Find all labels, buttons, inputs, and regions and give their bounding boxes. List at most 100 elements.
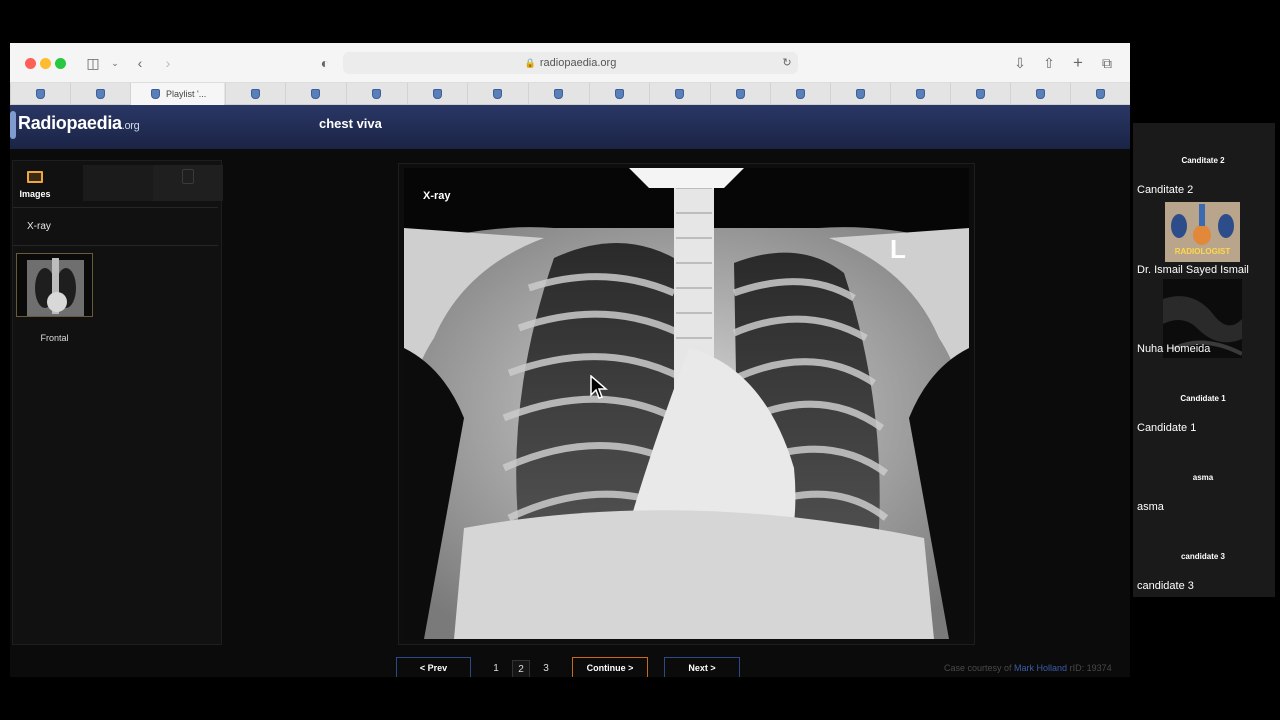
page-1-button[interactable]: 1 bbox=[487, 660, 505, 677]
lock-icon: 🔒 bbox=[524, 58, 536, 68]
radiopaedia-favicon-icon bbox=[151, 89, 160, 99]
participant-tile-label: candidate 3 bbox=[1180, 552, 1225, 561]
page-2-button[interactable]: 2 bbox=[512, 660, 530, 677]
divider bbox=[13, 207, 218, 208]
page-3-button[interactable]: 3 bbox=[537, 660, 555, 677]
browser-tab[interactable] bbox=[710, 83, 770, 105]
browser-tab[interactable] bbox=[1070, 83, 1130, 105]
radiopaedia-favicon-icon bbox=[615, 89, 624, 99]
participant-name: Nuha Homeida bbox=[1137, 343, 1211, 355]
radiopaedia-favicon-icon bbox=[736, 89, 745, 99]
chevron-down-icon[interactable]: ⌄ bbox=[105, 53, 125, 73]
radiopaedia-favicon-icon bbox=[554, 89, 563, 99]
minimize-window-button[interactable] bbox=[40, 58, 51, 69]
case-courtesy: Case courtesy of Mark Holland rID: 19374 bbox=[944, 663, 1112, 673]
case-sidebar: Images X-ray Frontal bbox=[12, 160, 223, 645]
participant-tile-label: Canditate 2 bbox=[1181, 156, 1225, 165]
url-text: radiopaedia.org bbox=[539, 57, 617, 69]
browser-tab[interactable] bbox=[285, 83, 345, 105]
forward-icon[interactable]: › bbox=[158, 53, 178, 73]
browser-tab[interactable] bbox=[528, 83, 588, 105]
browser-tab[interactable] bbox=[70, 83, 130, 105]
radiopaedia-favicon-icon bbox=[36, 89, 45, 99]
radiopaedia-favicon-icon bbox=[493, 89, 502, 99]
radiopaedia-favicon-icon bbox=[311, 89, 320, 99]
participant-name: Canditate 2 bbox=[1137, 184, 1194, 196]
radiopaedia-favicon-icon bbox=[96, 89, 105, 99]
tab-overview-icon[interactable]: ⧉ bbox=[1097, 53, 1117, 73]
browser-tab[interactable] bbox=[589, 83, 649, 105]
browser-tab-active[interactable]: Playlist '... bbox=[130, 83, 224, 105]
browser-tab[interactable] bbox=[649, 83, 709, 105]
screen: ◫ ⌄ ‹ › ◐ 🔒 radiopaedia.org ↻ ⇩ ⇧ + ⧉ Pla… bbox=[0, 0, 1280, 720]
site-logo[interactable]: Radiopaedia.org bbox=[18, 113, 140, 134]
series-thumbnail[interactable] bbox=[16, 253, 93, 317]
divider bbox=[13, 245, 218, 246]
document-icon bbox=[182, 169, 194, 184]
participant-name: candidate 3 bbox=[1137, 580, 1194, 592]
next-button[interactable]: Next > bbox=[664, 657, 740, 677]
participant-video: RADIOLOGIST bbox=[1165, 202, 1240, 262]
mouse-cursor-icon bbox=[590, 375, 608, 399]
back-icon[interactable]: ‹ bbox=[130, 53, 150, 73]
new-tab-icon[interactable]: + bbox=[1068, 53, 1088, 73]
xray-image[interactable]: X-ray L bbox=[404, 168, 969, 639]
video-call-panel: Canditate 2 Canditate 2 RADIOLOGIST Dr. … bbox=[1133, 123, 1275, 597]
browser-tab[interactable] bbox=[225, 83, 285, 105]
reload-icon[interactable]: ↻ bbox=[777, 53, 797, 73]
rid-text: rID: 19374 bbox=[1069, 663, 1112, 673]
tab-title: Playlist '... bbox=[166, 89, 207, 99]
tab-bar: Playlist '... bbox=[10, 83, 1130, 105]
author-link[interactable]: Mark Holland bbox=[1014, 663, 1067, 673]
browser-tab[interactable] bbox=[950, 83, 1010, 105]
radiopaedia-favicon-icon bbox=[916, 89, 925, 99]
browser-window: ◫ ⌄ ‹ › ◐ 🔒 radiopaedia.org ↻ ⇩ ⇧ + ⧉ Pla… bbox=[10, 43, 1130, 677]
browser-tab[interactable] bbox=[346, 83, 406, 105]
browser-tab[interactable] bbox=[770, 83, 830, 105]
playlist-title: chest viva bbox=[319, 116, 382, 131]
tab-findings[interactable] bbox=[153, 165, 223, 201]
address-bar[interactable]: 🔒 radiopaedia.org bbox=[343, 52, 798, 74]
radiopaedia-favicon-icon bbox=[251, 89, 260, 99]
tab-images-label: Images bbox=[19, 189, 51, 199]
tab-images[interactable]: Images bbox=[13, 165, 83, 201]
participant-name: asma bbox=[1137, 501, 1164, 513]
browser-tab[interactable] bbox=[830, 83, 890, 105]
participant-tile-label: asma bbox=[1192, 473, 1214, 482]
continue-button[interactable]: Continue > bbox=[572, 657, 648, 677]
radiopaedia-favicon-icon bbox=[675, 89, 684, 99]
modality-label: X-ray bbox=[423, 190, 451, 202]
participant-tile-label: Candidate 1 bbox=[1180, 394, 1226, 403]
radiopaedia-favicon-icon bbox=[976, 89, 985, 99]
radiopaedia-logo-icon bbox=[10, 111, 16, 139]
prev-button[interactable]: < Prev bbox=[396, 657, 471, 677]
thumbnail-label: Frontal bbox=[40, 333, 69, 343]
radiopaedia-favicon-icon bbox=[796, 89, 805, 99]
browser-tab[interactable] bbox=[1010, 83, 1070, 105]
image-viewer[interactable]: X-ray L bbox=[398, 163, 975, 645]
browser-tab[interactable] bbox=[407, 83, 467, 105]
chest-xray-thumbnail bbox=[17, 254, 92, 316]
logo-main: Radiopaedia bbox=[18, 113, 122, 133]
browser-toolbar: ◫ ⌄ ‹ › ◐ 🔒 radiopaedia.org ↻ ⇩ ⇧ + ⧉ bbox=[10, 43, 1130, 83]
radiopaedia-favicon-icon bbox=[433, 89, 442, 99]
logo-suffix: .org bbox=[121, 120, 140, 132]
sidebar-toggle-icon[interactable]: ◫ bbox=[83, 53, 103, 73]
close-window-button[interactable] bbox=[25, 58, 36, 69]
participant-name: Candidate 1 bbox=[1137, 422, 1197, 434]
image-icon bbox=[27, 171, 43, 183]
browser-tab[interactable] bbox=[10, 83, 70, 105]
browser-tab[interactable] bbox=[890, 83, 950, 105]
shield-icon[interactable]: ◐ bbox=[315, 53, 335, 73]
site-header: Radiopaedia.org chest viva bbox=[10, 105, 1130, 149]
zoom-window-button[interactable] bbox=[55, 58, 66, 69]
side-marker: L bbox=[890, 234, 906, 264]
avatar-text: RADIOLOGIST bbox=[1174, 247, 1231, 256]
chest-xray-graphic bbox=[404, 168, 969, 639]
share-icon[interactable]: ⇧ bbox=[1039, 53, 1059, 73]
browser-tab[interactable] bbox=[467, 83, 527, 105]
download-icon[interactable]: ⇩ bbox=[1010, 53, 1030, 73]
participant-name: Dr. Ismail Sayed Ismail bbox=[1137, 264, 1249, 276]
courtesy-prefix: Case courtesy of bbox=[944, 663, 1012, 673]
tab-secondary[interactable] bbox=[83, 165, 153, 201]
